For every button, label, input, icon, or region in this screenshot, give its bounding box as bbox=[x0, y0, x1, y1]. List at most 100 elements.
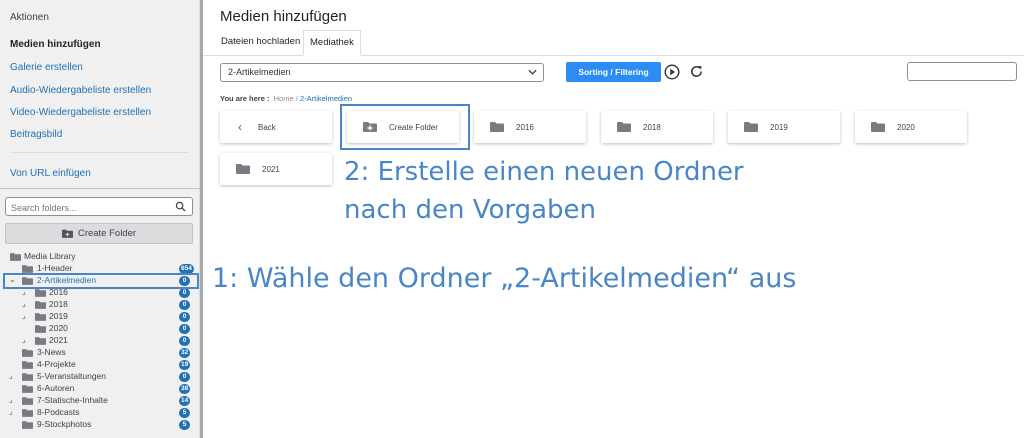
count-badge: 38 bbox=[179, 384, 191, 394]
sidebar-create-folder-button[interactable]: Create Folder bbox=[5, 223, 193, 244]
folder-select-value: 2-Artikelmedien bbox=[228, 67, 291, 77]
count-badge: 5 bbox=[179, 408, 190, 418]
annotation-step2-line1: 2: Erstelle einen neuen Ordner bbox=[344, 157, 744, 187]
folder-icon bbox=[22, 361, 33, 369]
sidebar-title: Aktionen bbox=[10, 12, 49, 23]
count-badge: 14 bbox=[179, 396, 191, 406]
folder-search-box[interactable] bbox=[5, 197, 193, 217]
tree-branch-mark: ⌟ bbox=[22, 311, 26, 320]
expand-toggle[interactable]: ⌟ bbox=[9, 371, 13, 380]
sidebar-link-add-media[interactable]: Medien hinzufügen bbox=[10, 39, 101, 50]
sidebar-section-divider bbox=[0, 188, 200, 189]
card-label: 2020 bbox=[897, 122, 915, 132]
folder-icon bbox=[490, 122, 504, 132]
tree-item-media-library[interactable]: Media Library bbox=[0, 251, 200, 263]
folder-icon bbox=[871, 122, 885, 132]
tree-item-label: 9-Stockphotos bbox=[37, 419, 92, 429]
folder-plus-icon bbox=[61, 229, 73, 238]
folder-card-2021[interactable]: 2021 bbox=[220, 153, 332, 185]
annotation-step1: 1: Wähle den Ordner „2-Artikelmedien“ au… bbox=[212, 263, 797, 294]
sorting-filtering-button[interactable]: Sorting / Filtering bbox=[566, 62, 661, 82]
folder-icon bbox=[22, 349, 33, 357]
tab-media-library[interactable]: Mediathek bbox=[303, 30, 361, 56]
count-badge: 0 bbox=[179, 288, 190, 298]
sidebar-create-folder-label: Create Folder bbox=[77, 228, 137, 239]
tree-item-2019[interactable]: ⌟ 2019 0 bbox=[0, 311, 200, 323]
folder-card-2019[interactable]: 2019 bbox=[728, 111, 840, 143]
card-label: 2021 bbox=[262, 164, 280, 174]
folder-icon bbox=[35, 313, 46, 321]
search-icon[interactable] bbox=[175, 201, 186, 212]
expand-toggle[interactable]: ⌟ bbox=[9, 395, 13, 404]
folder-icon bbox=[22, 373, 33, 381]
tree-item-label: 8-Podcasts bbox=[37, 407, 80, 417]
page-title: Medien hinzufügen bbox=[220, 8, 347, 25]
highlight-box-tree-item bbox=[3, 273, 199, 289]
card-label: 2018 bbox=[643, 122, 661, 132]
tree-item-label: Media Library bbox=[24, 251, 76, 261]
sidebar-border bbox=[200, 0, 203, 438]
folder-icon bbox=[35, 301, 46, 309]
tree-item-3-news[interactable]: 3-News 32 bbox=[0, 347, 200, 359]
tree-item-label: 6-Autoren bbox=[37, 383, 75, 393]
sidebar-link-insert-from-url[interactable]: Von URL einfügen bbox=[10, 168, 91, 179]
count-badge: 0 bbox=[179, 372, 190, 382]
tree-item-5-veranstaltungen[interactable]: ⌟ 5-Veranstaltungen 0 bbox=[0, 371, 200, 383]
count-badge: 32 bbox=[179, 348, 191, 358]
tree-item-label: 2021 bbox=[49, 335, 68, 345]
folder-icon bbox=[744, 122, 758, 132]
sidebar-link-audio-playlist[interactable]: Audio-Wiedergabeliste erstellen bbox=[10, 85, 151, 96]
tree-item-label: 2019 bbox=[49, 311, 68, 321]
tree-item-2021[interactable]: ⌟ 2021 0 bbox=[0, 335, 200, 347]
count-badge: 0 bbox=[179, 336, 190, 346]
tree-item-label: 3-News bbox=[37, 347, 66, 357]
folder-icon bbox=[22, 385, 33, 393]
tree-item-7-statische-inhalte[interactable]: ⌟ 7-Statische-Inhalte 14 bbox=[0, 395, 200, 407]
count-badge: 19 bbox=[179, 360, 191, 370]
tree-item-label: 2020 bbox=[49, 323, 68, 333]
tree-item-2018[interactable]: ⌟ 2018 0 bbox=[0, 299, 200, 311]
back-card[interactable]: ‹ Back bbox=[220, 111, 332, 143]
tree-item-2020[interactable]: 2020 0 bbox=[0, 323, 200, 335]
annotation-step2-line2: nach den Vorgaben bbox=[344, 195, 597, 225]
breadcrumb: You are here : Home / 2-Artikelmedien bbox=[220, 94, 352, 103]
tree-item-8-podcasts[interactable]: ⌟ 8-Podcasts 5 bbox=[0, 407, 200, 419]
tree-item-6-autoren[interactable]: 6-Autoren 38 bbox=[0, 383, 200, 395]
folder-icon bbox=[10, 253, 21, 261]
count-badge: 0 bbox=[179, 300, 190, 310]
sidebar-link-create-gallery[interactable]: Galerie erstellen bbox=[10, 62, 83, 73]
folder-search-input[interactable] bbox=[6, 199, 166, 217]
highlight-box-create-folder bbox=[340, 104, 470, 150]
folder-card-2016[interactable]: 2016 bbox=[474, 111, 586, 143]
folder-select[interactable]: 2-Artikelmedien bbox=[220, 63, 544, 82]
folder-card-2020[interactable]: 2020 bbox=[855, 111, 967, 143]
card-label: 2019 bbox=[770, 122, 788, 132]
breadcrumb-home[interactable]: Home bbox=[274, 94, 294, 103]
folder-icon bbox=[22, 421, 33, 429]
sidebar-link-video-playlist[interactable]: Video-Wiedergabeliste erstellen bbox=[10, 107, 151, 118]
folder-icon bbox=[22, 265, 33, 273]
play-icon[interactable] bbox=[664, 64, 680, 80]
expand-toggle[interactable]: ⌟ bbox=[9, 407, 13, 416]
tree-item-label: 2018 bbox=[49, 299, 68, 309]
folder-card-2018[interactable]: 2018 bbox=[601, 111, 713, 143]
count-badge: 0 bbox=[179, 324, 190, 334]
count-badge: 0 bbox=[179, 312, 190, 322]
media-search-input[interactable] bbox=[907, 62, 1017, 81]
tree-branch-mark: ⌟ bbox=[22, 335, 26, 344]
folder-icon bbox=[35, 289, 46, 297]
folder-icon bbox=[35, 337, 46, 345]
tree-item-4-projekte[interactable]: 4-Projekte 19 bbox=[0, 359, 200, 371]
card-label: Back bbox=[258, 122, 276, 132]
tree-item-label: 7-Statische-Inhalte bbox=[37, 395, 108, 405]
folder-icon bbox=[22, 409, 33, 417]
chevron-down-icon bbox=[528, 69, 537, 75]
tree-item-9-stockphotos[interactable]: 9-Stockphotos 5 bbox=[0, 419, 200, 431]
refresh-icon[interactable] bbox=[689, 64, 704, 79]
tree-item-label: 5-Veranstaltungen bbox=[37, 371, 106, 381]
folder-icon bbox=[617, 122, 631, 132]
breadcrumb-current[interactable]: 2-Artikelmedien bbox=[300, 94, 352, 103]
sidebar-link-featured-image[interactable]: Beitragsbild bbox=[10, 129, 62, 140]
tab-upload-files[interactable]: Dateien hochladen bbox=[221, 36, 300, 47]
folder-icon bbox=[22, 397, 33, 405]
